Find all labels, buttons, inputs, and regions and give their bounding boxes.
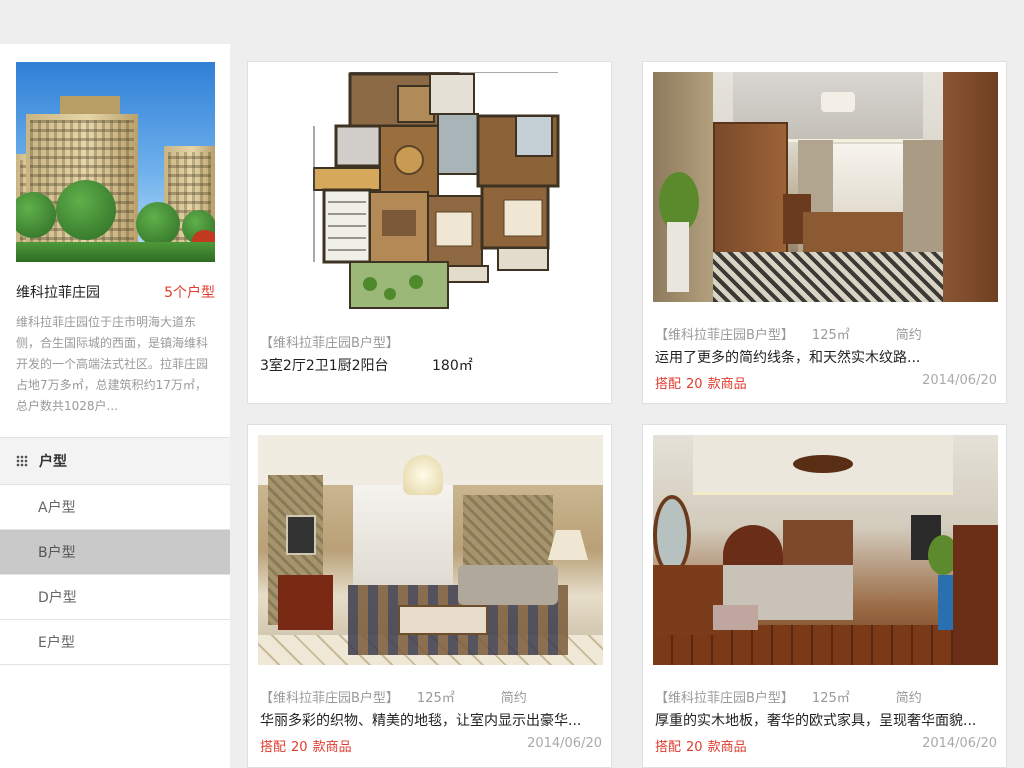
card-area: 125㎡ <box>811 328 850 343</box>
sofa-shape <box>458 565 558 605</box>
chandelier-shape <box>403 455 443 495</box>
card-area: 180㎡ <box>432 358 473 374</box>
card-area: 125㎡ <box>416 691 455 706</box>
cabinet-shape <box>713 122 788 272</box>
tv-shape <box>286 515 316 555</box>
building-roof-shape <box>60 96 120 116</box>
layout-menu-header: 户型 <box>0 437 230 485</box>
estate-description: 维科拉菲庄园位于庄市明海大道东侧，合生国际城的西面，是镇海维科开发的一个高端法式… <box>16 315 209 413</box>
living-room-image[interactable] <box>258 435 603 665</box>
match-prefix: 搭配 <box>655 740 682 755</box>
menu-item-b[interactable]: B户型 <box>0 530 230 575</box>
card-description: 厚重的实木地板，奢华的欧式家具，呈现奢华面貌... <box>655 713 977 729</box>
card-area: 125㎡ <box>811 691 850 706</box>
menu-item-d[interactable]: D户型 <box>0 575 230 620</box>
card-layout-tag: 【维科拉菲庄园B户型】 <box>260 691 399 706</box>
card-style: 简约 <box>895 328 922 343</box>
cabinet-shape <box>278 575 333 630</box>
match-suffix: 款商品 <box>707 740 747 755</box>
design-card[interactable]: 【维科拉菲庄园B户型】 125㎡ 简约 运用了更多的简约线条，和天然实木纹路... … <box>642 61 1007 404</box>
wall-panel-shape <box>943 72 998 302</box>
menu-item-e[interactable]: E户型 <box>0 620 230 665</box>
desk-shape <box>803 212 903 252</box>
layout-count-badge[interactable]: 5个户型 <box>164 282 215 302</box>
match-suffix: 款商品 <box>312 740 352 755</box>
study-room-image[interactable] <box>653 72 998 302</box>
match-prefix: 搭配 <box>260 740 287 755</box>
estate-name: 维科拉菲庄园 <box>16 285 100 301</box>
match-count: 20 <box>686 377 703 392</box>
layout-menu-list: A户型 B户型 D户型 E户型 <box>0 485 230 665</box>
card-layout-tag: 【维科拉菲庄园B户型】 <box>655 328 794 343</box>
match-suffix: 款商品 <box>707 377 747 392</box>
card-layout-tag: 【维科拉菲庄园B户型】 <box>655 691 794 706</box>
card-room-count: 3室2厅2卫1厨2阳台 <box>260 358 389 374</box>
chest-shape <box>953 525 998 665</box>
grid-dots-icon <box>16 455 28 467</box>
match-prefix: 搭配 <box>655 377 682 392</box>
layout-menu-header-label: 户型 <box>39 454 67 470</box>
matched-products-link[interactable]: 搭配 20 款商品 <box>655 736 747 755</box>
matched-products-link[interactable]: 搭配 20 款商品 <box>655 373 747 392</box>
curtain-shape <box>903 140 943 270</box>
ceiling-fan-shape <box>793 455 853 473</box>
chandelier-shape <box>821 92 855 112</box>
floor-plan-image[interactable] <box>258 71 603 312</box>
card-style: 简约 <box>500 691 527 706</box>
lamp-shape <box>548 530 588 560</box>
design-card[interactable]: 【维科拉菲庄园B户型】 125㎡ 简约 厚重的实木地板，奢华的欧式家具，呈现奢华面貌… <box>642 424 1007 768</box>
card-meta: 【维科拉菲庄园B户型】 125㎡ 简约 <box>655 687 995 706</box>
card-style: 简约 <box>895 691 922 706</box>
vase-shape <box>667 222 689 292</box>
tree-shape <box>136 202 180 246</box>
tree-shape <box>56 180 116 240</box>
estate-photo[interactable] <box>16 62 215 262</box>
matched-products-link[interactable]: 搭配 20 款商品 <box>260 736 352 755</box>
rug-shape <box>713 252 943 302</box>
sidebar: 维科拉菲庄园 5个户型 维科拉菲庄园位于庄市明海大道东侧，合生国际城的西面，是镇… <box>0 0 230 768</box>
menu-item-a[interactable]: A户型 <box>0 485 230 530</box>
ottoman-shape <box>398 605 488 635</box>
card-description: 华丽多彩的织物、精美的地毯，让室内显示出豪华... <box>260 713 582 729</box>
card-layout-tag: 【维科拉菲庄园B户型】 <box>260 336 399 351</box>
bench-shape <box>713 605 758 630</box>
floor-plan-card[interactable]: 【维科拉菲庄园B户型】 3室2厅2卫1厨2阳台 180㎡ <box>247 61 612 404</box>
card-date: 2014/06/20 <box>922 373 997 388</box>
card-meta: 【维科拉菲庄园B户型】 125㎡ 简约 <box>655 324 995 343</box>
bedroom-image[interactable] <box>653 435 998 665</box>
card-meta: 【维科拉菲庄园B户型】 125㎡ 简约 <box>260 687 600 706</box>
vase-shape <box>938 575 954 630</box>
card-description: 运用了更多的简约线条，和天然实木纹路... <box>655 350 921 366</box>
floor-plan-drawing <box>313 71 560 309</box>
lawn-shape <box>16 242 215 262</box>
card-date: 2014/06/20 <box>527 736 602 751</box>
match-count: 20 <box>686 740 703 755</box>
mirror-shape <box>653 495 691 575</box>
design-card[interactable]: 【维科拉菲庄园B户型】 125㎡ 简约 华丽多彩的织物、精美的地毯，让室内显示出豪华… <box>247 424 612 768</box>
card-date: 2014/06/20 <box>922 736 997 751</box>
match-count: 20 <box>291 740 308 755</box>
